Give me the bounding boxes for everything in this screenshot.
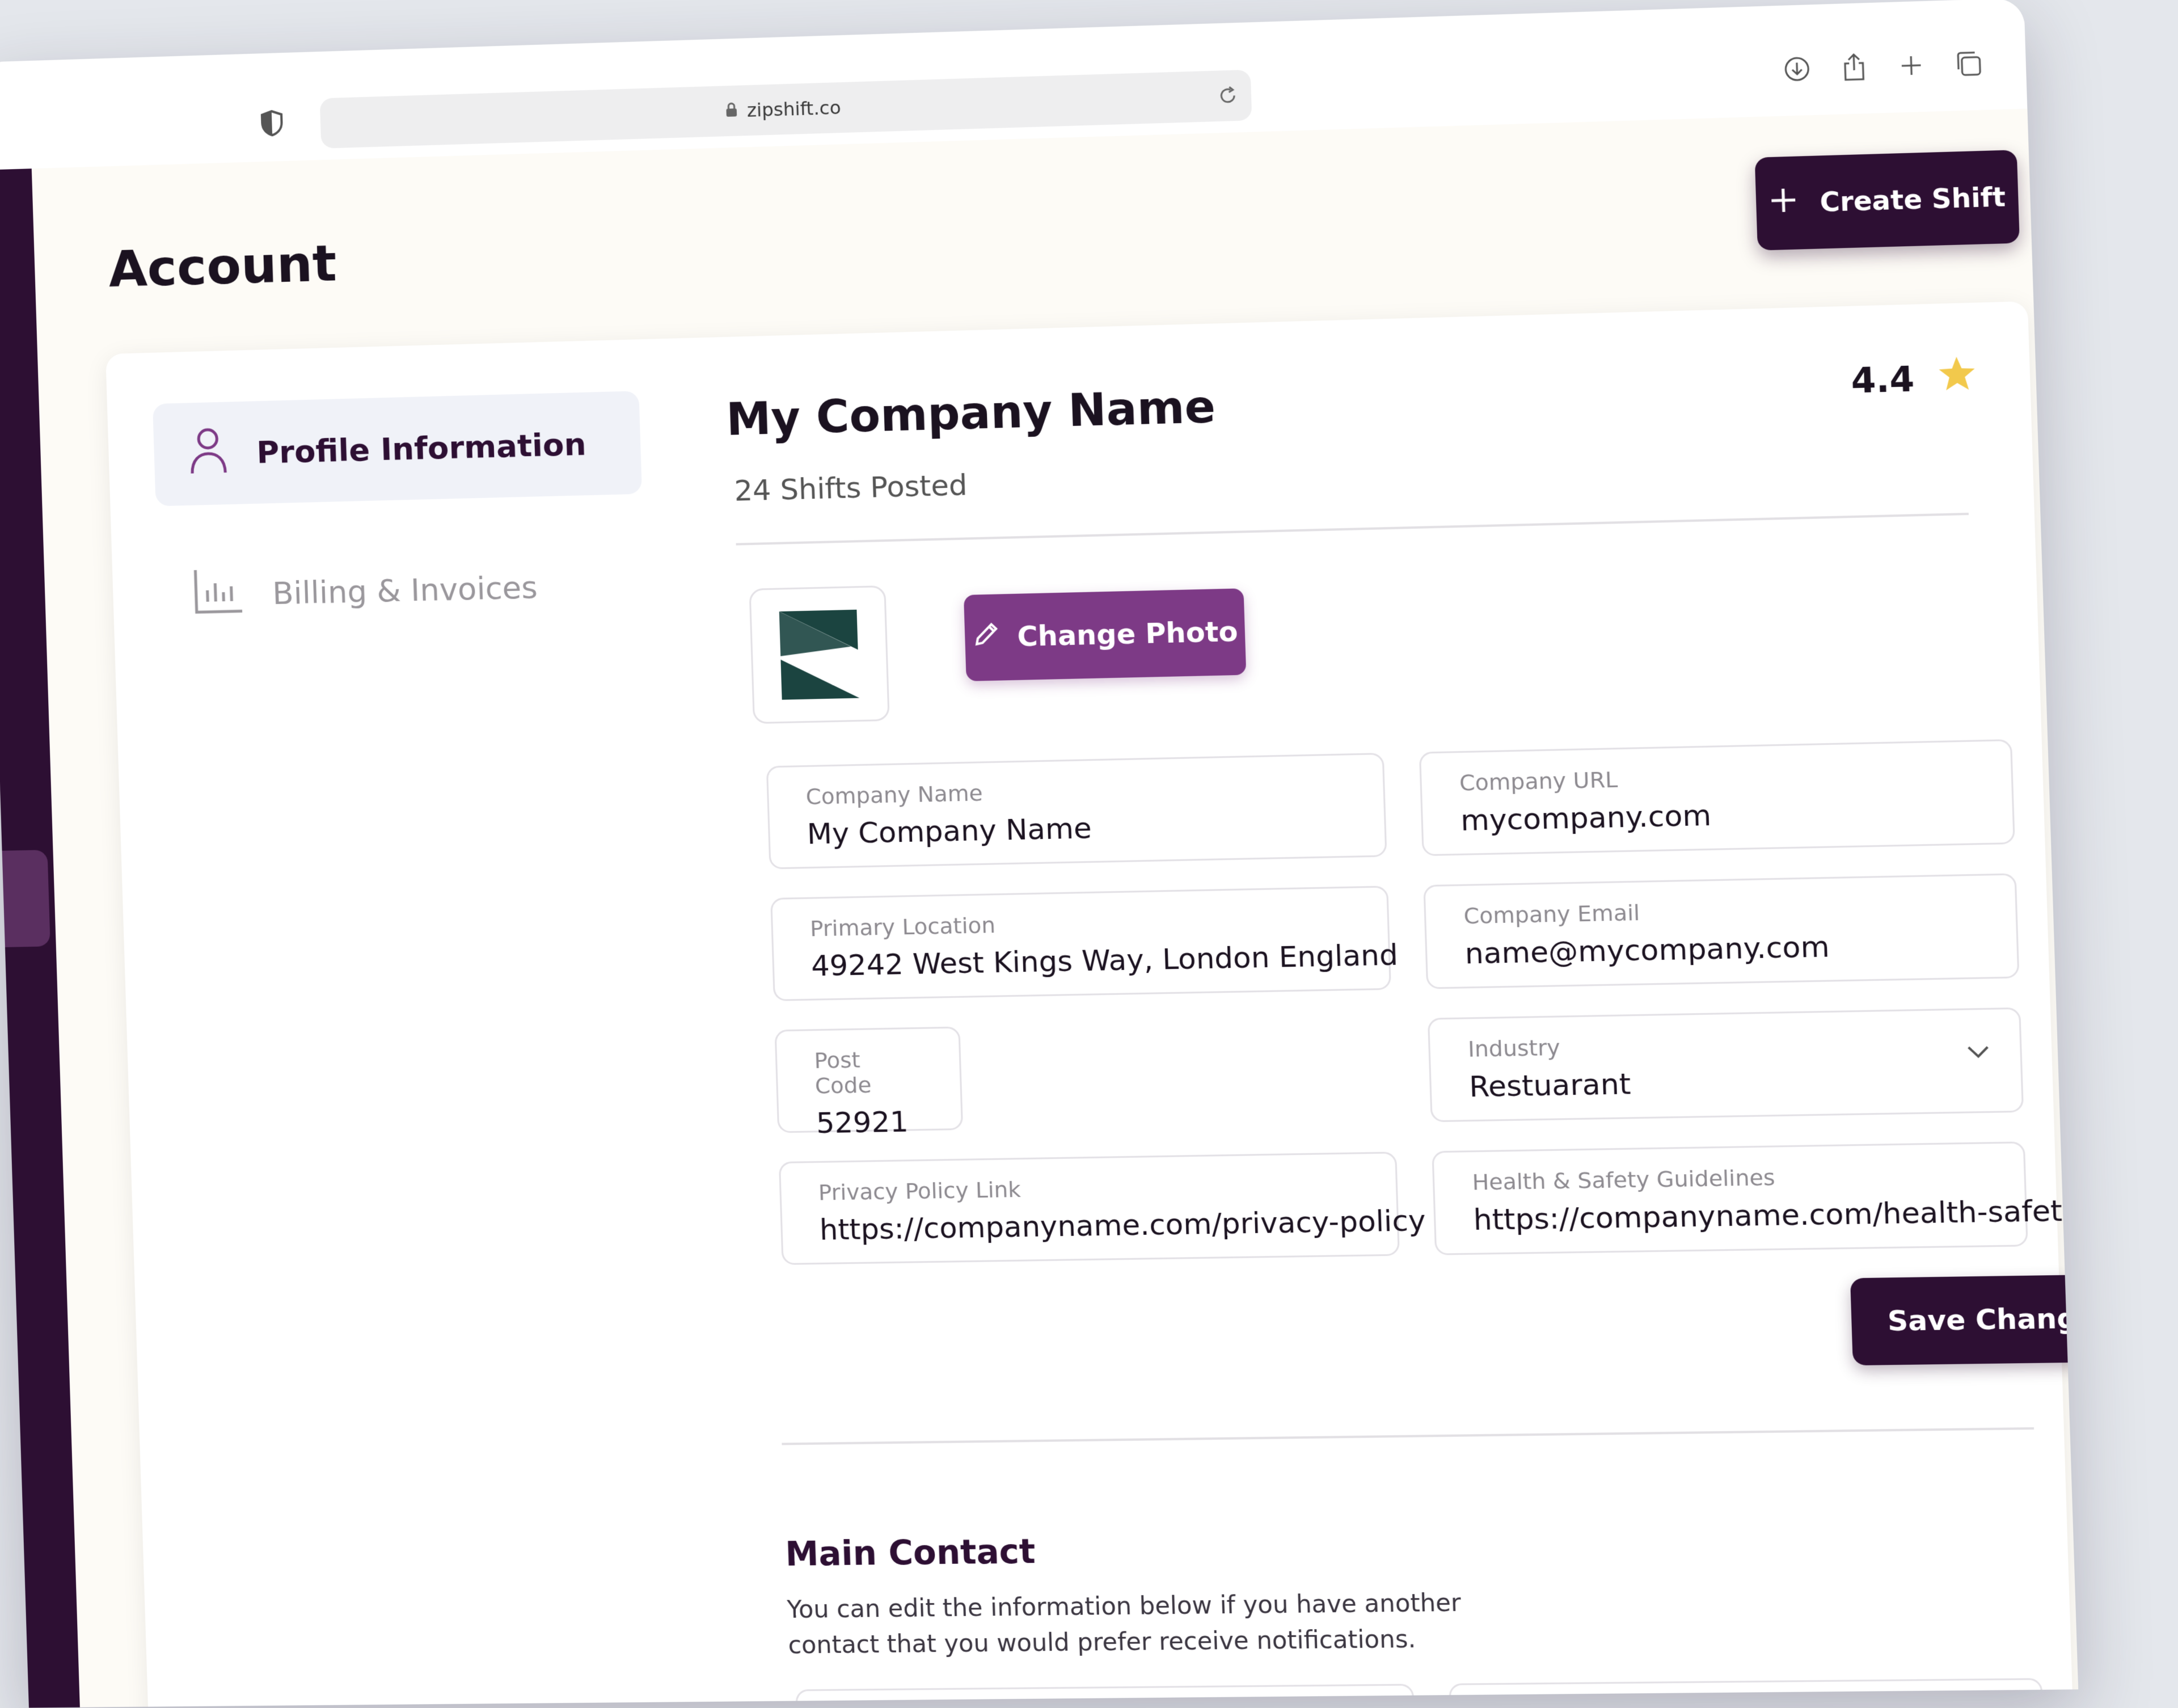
company-name-heading: My Company Name [725, 381, 1217, 446]
sidebar-active-indicator[interactable] [2, 850, 50, 947]
privacy-shield-icon[interactable] [257, 107, 286, 139]
change-photo-button[interactable]: Change Photo [963, 588, 1247, 681]
primary-location-field[interactable]: Primary Location 49242 West Kings Way, L… [770, 885, 1399, 1001]
field-value: My Company Name [806, 811, 1092, 851]
sidebar-item-label: Billing & Invoices [272, 569, 538, 612]
reload-icon[interactable] [1213, 82, 1242, 110]
industry-select[interactable]: Industry Restuarant [1427, 1007, 2024, 1123]
company-logo [749, 585, 890, 724]
field-label: Privacy Policy Link [818, 1176, 1022, 1205]
your-title-field[interactable]: Your Title [1449, 1678, 2046, 1708]
change-photo-label: Change Photo [1016, 615, 1239, 653]
account-card: Profile Information Billing & Invoices M… [105, 301, 2079, 1708]
company-url-field[interactable]: Company URL mycompany.com [1419, 739, 2015, 857]
field-label: Company Email [1463, 900, 1640, 929]
browser-toolbar: zipshift.co [0, 0, 2028, 170]
field-value: https://companyname.com/health-safety [1472, 1194, 2079, 1237]
main-contact-description: You can edit the information below if yo… [786, 1588, 1462, 1659]
field-label: Company URL [1459, 766, 1618, 796]
field-value: 52921 [816, 1105, 909, 1140]
page-title: Account [107, 233, 337, 299]
chevron-down-icon [1966, 1045, 1990, 1062]
user-icon [187, 425, 229, 482]
main-contact-title: Main Contact [784, 1532, 1036, 1574]
field-label: Company Name [805, 780, 984, 809]
field-value: https://companyname.com/privacy-policy [819, 1204, 1426, 1247]
tabs-overview-icon[interactable] [1952, 48, 1984, 79]
contact-name-field[interactable] [795, 1684, 1417, 1708]
lock-icon [725, 102, 738, 120]
field-label: Post Code [813, 1047, 872, 1099]
rating-value: 4.4 [1850, 359, 1915, 402]
plus-icon [1768, 185, 1799, 221]
pencil-icon [972, 619, 1002, 656]
company-email-field[interactable]: Company Email name@mycompany.com [1423, 873, 2020, 989]
sidebar-item-profile-information[interactable]: Profile Information [153, 391, 642, 507]
field-label: Your Title [1489, 1698, 2003, 1707]
company-name-field[interactable]: Company Name My Company Name [766, 752, 1387, 870]
create-shift-label: Create Shift [1819, 181, 2006, 218]
address-bar[interactable]: zipshift.co [319, 69, 1252, 149]
download-icon[interactable] [1781, 53, 1813, 85]
shifts-posted-count: 24 Shifts Posted [733, 468, 968, 508]
field-value: mycompany.com [1460, 798, 1712, 838]
star-icon [1938, 355, 1977, 401]
save-changes-button[interactable]: Save Changes [1850, 1273, 2079, 1366]
create-shift-button[interactable]: Create Shift [1754, 150, 2020, 251]
rating: 4.4 [1850, 355, 1977, 403]
field-value: name@mycompany.com [1464, 930, 1830, 971]
share-icon[interactable] [1838, 52, 1870, 83]
health-safety-field[interactable]: Health & Safety Guidelines https://compa… [1432, 1141, 2079, 1255]
screen-scene: zipshift.co Account Create Shift Profile… [0, 0, 2090, 1708]
bar-chart-icon [192, 567, 244, 623]
header-divider [736, 512, 1969, 546]
privacy-policy-field[interactable]: Privacy Policy Link https://companyname.… [778, 1152, 1426, 1265]
field-value: Restuarant [1468, 1067, 1632, 1104]
field-label: Primary Location [809, 912, 996, 942]
field-value: 49242 West Kings Way, London England [811, 938, 1399, 983]
sidebar-item-label: Profile Information [256, 425, 587, 471]
field-label: Health & Safety Guidelines [1471, 1165, 1776, 1195]
section-divider [782, 1427, 2035, 1445]
new-tab-icon[interactable] [1896, 50, 1927, 81]
sidebar-item-billing-invoices[interactable]: Billing & Invoices [192, 559, 538, 623]
post-code-field[interactable]: Post Code 52921 [774, 1026, 964, 1140]
url-text: zipshift.co [746, 96, 842, 121]
zipshift-logo-icon [779, 609, 860, 700]
field-label: Industry [1467, 1035, 1561, 1062]
browser-window: zipshift.co Account Create Shift Profile… [0, 0, 2079, 1708]
